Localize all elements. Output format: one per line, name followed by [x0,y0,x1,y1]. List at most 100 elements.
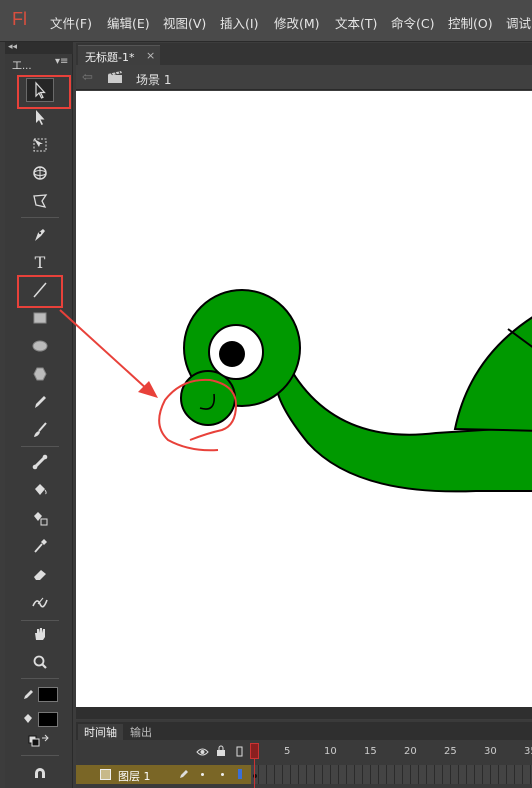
pencil-icon [35,396,46,408]
frame-number: 10 [324,746,337,757]
document-tab-bar: 无标题-1* × [76,43,532,65]
ink-bottle-icon [34,512,48,526]
tools-panel-title: 工... [12,61,32,72]
visibility-dot[interactable] [201,773,204,776]
free-transform-icon [33,138,47,152]
pen-tool[interactable] [26,222,54,246]
lasso-tool[interactable] [26,189,54,213]
timeline-header: 1 5 10 15 20 25 30 35 [76,742,532,762]
lasso-icon [33,194,48,208]
hand-tool[interactable] [26,622,54,646]
width-tool[interactable] [26,590,54,614]
free-transform-tool[interactable] [26,133,54,157]
menu-file[interactable]: 文件(F) [50,13,92,32]
menu-commands[interactable]: 命令(C) [391,13,434,32]
layer-icon [100,769,111,780]
menu-modify[interactable]: 修改(M) [274,13,320,32]
edit-bar: ⇦ 场景 1 [76,65,532,90]
magnet-icon [35,768,45,778]
collapse-icon[interactable]: ◂◂ [8,42,17,52]
outline-color-box[interactable] [238,769,242,779]
fill-color-bucket-icon [21,711,37,727]
stage-canvas [180,289,532,493]
eye-icon[interactable] [196,746,209,760]
zoom-tool[interactable] [26,650,54,674]
timeline-tab-bar: 时间轴 输出 [76,722,532,740]
close-icon[interactable]: × [146,49,155,62]
back-arrow-icon[interactable]: ⇦ [82,70,93,85]
rectangle-tool[interactable] [26,306,54,330]
frame-number: 5 [284,746,291,757]
tools-divider [21,678,59,679]
eyedropper-tool[interactable] [26,534,54,558]
menu-insert[interactable]: 插入(I) [220,13,258,32]
rectangle-icon [33,312,47,324]
frame-number: 35 [524,746,532,757]
lock-dot[interactable] [221,773,224,776]
frame-number: 15 [364,746,377,757]
frame-cells[interactable] [251,765,532,784]
paint-bucket-icon [35,484,47,495]
playhead-line [254,758,255,788]
tools-panel-header: ◂◂ [5,42,73,54]
tools-divider [21,217,59,218]
timeline-panel: 时间轴 输出 1 5 10 15 20 25 30 35 图层 1 [76,720,532,788]
menu-debug[interactable]: 调试 [506,13,531,32]
ink-bottle-tool[interactable] [26,506,54,530]
scene-label: 场景 1 [136,73,172,87]
eraser-icon [34,570,46,580]
tools-divider [21,446,59,447]
eraser-tool[interactable] [26,562,54,586]
magnifier-icon [33,655,47,669]
hand-icon [35,628,45,640]
layer-info[interactable]: 图层 1 [76,765,251,784]
menu-control[interactable]: 控制(O) [448,13,493,32]
paint-bucket-tool[interactable] [26,478,54,502]
pencil-icon [178,768,190,783]
menu-bar: Fl 文件(F) 编辑(E) 视图(V) 插入(I) 修改(M) 文本(T) 命… [0,0,532,42]
app-logo: Fl [12,9,27,29]
brush-icon [34,422,47,437]
horizontal-scrollbar[interactable] [76,707,532,719]
pen-icon [35,229,45,241]
stroke-color-pencil-icon [21,686,37,702]
playhead[interactable] [250,743,259,759]
bone-tool[interactable] [26,450,54,474]
pencil-tool[interactable] [26,390,54,414]
3d-rotation-tool[interactable] [26,161,54,185]
text-tool-icon: T [34,252,46,272]
document-tab[interactable]: 无标题-1* × [78,45,160,65]
subselection-arrow-icon [36,110,45,125]
fill-color-swatch[interactable] [38,712,58,727]
bone-icon [32,454,48,470]
tools-divider [21,755,59,756]
3d-rotation-icon [33,166,47,180]
tab-timeline[interactable]: 时间轴 [78,724,123,740]
text-tool[interactable]: T [26,250,54,274]
menu-edit[interactable]: 编辑(E) [107,13,150,32]
stroke-color-swatch[interactable] [38,687,58,702]
tools-panel: ◂◂ 工... ▾≡ T [5,42,73,788]
swap-colors-icon[interactable] [27,734,51,748]
polystar-tool[interactable] [26,362,54,386]
turtle-pupil [219,341,245,367]
menu-view[interactable]: 视图(V) [163,13,206,32]
lock-icon[interactable] [216,745,226,760]
stage[interactable] [76,91,532,707]
outline-icon[interactable] [236,746,244,760]
oval-tool[interactable] [26,334,54,358]
document-tab-label: 无标题-1* [85,51,135,64]
tab-output[interactable]: 输出 [124,724,158,740]
snap-to-objects-tool[interactable] [26,762,54,786]
turtle-snout [180,370,236,426]
layer-name[interactable]: 图层 1 [118,768,151,784]
panel-menu-icon[interactable]: ▾≡ [55,56,68,67]
oval-icon [32,340,48,352]
menu-text[interactable]: 文本(T) [335,13,377,32]
brush-tool[interactable] [26,418,54,442]
layer-row[interactable]: 图层 1 [76,765,532,784]
turtle-shell[interactable] [453,309,532,432]
frame-number: 25 [444,746,457,757]
width-icon [32,597,48,608]
annotation-highlight-selection [17,75,71,109]
